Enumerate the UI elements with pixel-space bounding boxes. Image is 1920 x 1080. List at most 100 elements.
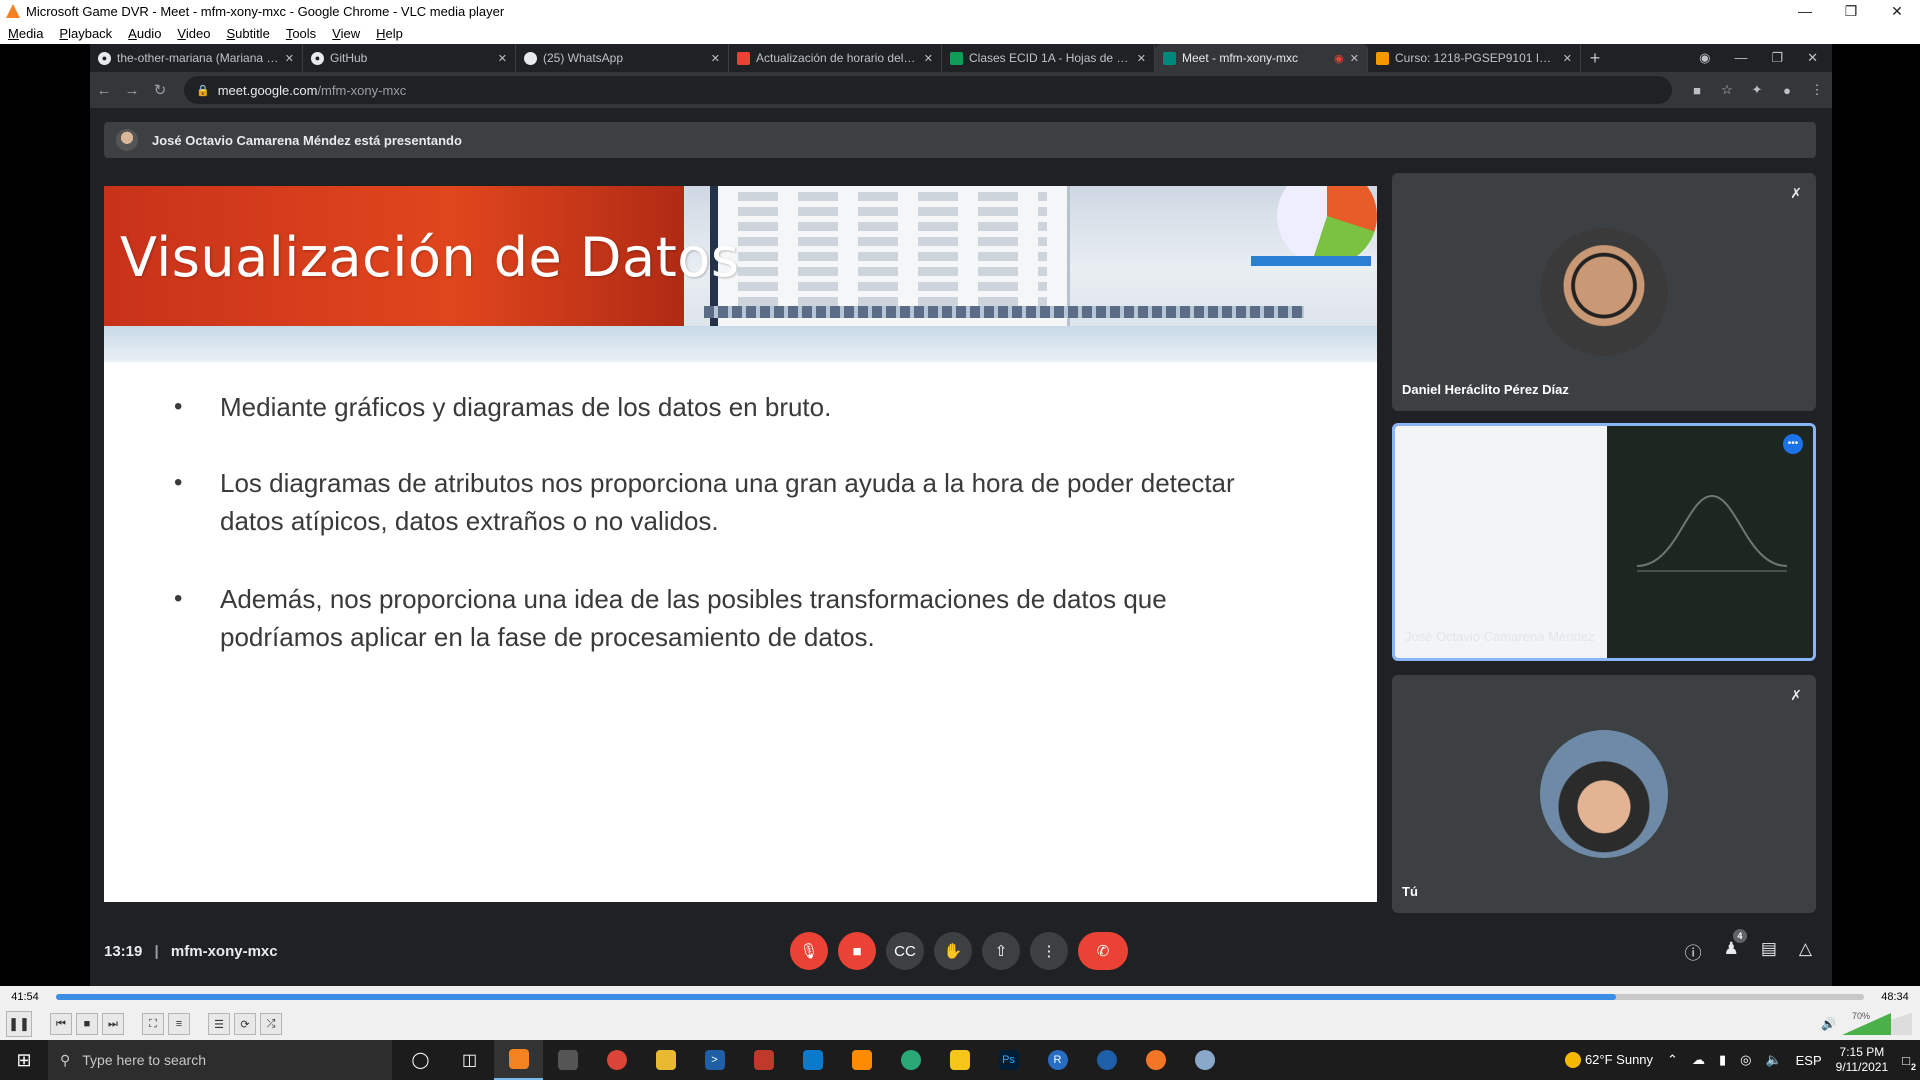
taskbar-jupyter[interactable] <box>1131 1040 1180 1080</box>
menu-view[interactable]: View <box>324 26 368 41</box>
menu-video[interactable]: Video <box>169 26 218 41</box>
volume-slider[interactable]: 70% <box>1842 1011 1912 1035</box>
meeting-details-button[interactable]: ⓘ <box>1685 939 1702 964</box>
reload-icon[interactable]: ↻ <box>146 81 174 99</box>
tab-whatsapp[interactable]: (25) WhatsApp ✕ <box>516 44 729 72</box>
pause-button[interactable]: ❚❚ <box>6 1011 32 1037</box>
hand-icon: ✋ <box>943 943 963 960</box>
tab-gmail[interactable]: Actualización de horario del vie ✕ <box>729 44 942 72</box>
taskbar-powershell[interactable]: > <box>690 1040 739 1080</box>
captions-button[interactable]: CC <box>886 932 924 970</box>
shuffle-button[interactable]: ⤮ <box>260 1013 282 1035</box>
maximize-button[interactable]: ❐ <box>1828 3 1874 20</box>
extended-settings-button[interactable]: ≡ <box>168 1013 190 1035</box>
participant-tile-active[interactable]: ••• José Octavio Camarena Méndez <box>1392 423 1816 661</box>
activities-icon: △ <box>1798 938 1812 958</box>
tab-course[interactable]: Curso: 1218-PGSEP9101 Introdu ✕ <box>1368 44 1581 72</box>
loop-button[interactable]: ⟳ <box>234 1013 256 1035</box>
tab-github[interactable]: ● GitHub ✕ <box>303 44 516 72</box>
taskbar-vscode[interactable] <box>788 1040 837 1080</box>
leave-call-button[interactable]: ✆ <box>1078 932 1128 970</box>
profile-avatar[interactable]: ● <box>1772 83 1802 98</box>
close-tab-icon[interactable]: ✕ <box>711 52 720 65</box>
taskbar-r[interactable]: R <box>1033 1040 1082 1080</box>
participant-tile[interactable]: ✗ Daniel Heráclito Pérez Díaz <box>1392 173 1816 411</box>
new-tab-button[interactable]: + <box>1581 48 1609 69</box>
notifications-count: 2 <box>1910 1061 1916 1072</box>
taskbar-app-green[interactable] <box>886 1040 935 1080</box>
chat-button[interactable]: ▤ <box>1761 939 1777 964</box>
cortana-button[interactable]: ◯ <box>396 1040 445 1080</box>
bookmark-star-icon[interactable]: ☆ <box>1712 82 1742 98</box>
tab-search-icon[interactable]: ◉ <box>1699 50 1710 66</box>
mic-toggle-button[interactable]: 🎙 <box>790 932 828 970</box>
menu-help[interactable]: Help <box>368 26 411 41</box>
more-options-button[interactable]: ⋮ <box>1030 932 1068 970</box>
taskbar-vlc[interactable] <box>494 1040 543 1080</box>
forward-icon[interactable]: → <box>118 82 146 99</box>
menu-playback[interactable]: Playback <box>51 26 120 41</box>
fullscreen-button[interactable]: ⛶ <box>142 1013 164 1035</box>
minimize-chrome-button[interactable]: — <box>1734 50 1747 66</box>
tab-meet[interactable]: Meet - mfm-xony-mxc ◉ ✕ <box>1155 44 1368 72</box>
participant-tile-self[interactable]: ✗ Tú <box>1392 675 1816 913</box>
close-tab-icon[interactable]: ✕ <box>924 52 933 65</box>
minimize-button[interactable]: — <box>1782 3 1828 19</box>
weather-widget[interactable]: 62°F Sunny <box>1565 1052 1653 1069</box>
taskbar-mail[interactable] <box>543 1040 592 1080</box>
restore-chrome-button[interactable]: ❐ <box>1771 50 1783 66</box>
clock[interactable]: 7:15 PM 9/11/2021 <box>1836 1045 1889 1075</box>
taskbar-sublime[interactable] <box>837 1040 886 1080</box>
language-indicator[interactable]: ESP <box>1796 1053 1822 1068</box>
close-button[interactable]: ✕ <box>1874 3 1920 20</box>
extensions-icon[interactable]: ✦ <box>1742 82 1772 98</box>
battery-icon[interactable]: ▮ <box>1719 1052 1726 1068</box>
notifications-button[interactable]: □ 2 <box>1902 1053 1916 1072</box>
tray-overflow-icon[interactable]: ⌃ <box>1667 1052 1678 1068</box>
speaker-icon[interactable]: 🔊 <box>1821 1017 1836 1031</box>
laptop-photo <box>684 186 1377 326</box>
taskbar-photoshop[interactable]: Ps <box>984 1040 1033 1080</box>
task-view-button[interactable]: ◫ <box>445 1040 494 1080</box>
close-chrome-button[interactable]: ✕ <box>1807 50 1818 66</box>
close-tab-icon[interactable]: ✕ <box>285 52 294 65</box>
playlist-button[interactable]: ☰ <box>208 1013 230 1035</box>
captions-icon: CC <box>894 942 916 960</box>
close-tab-icon[interactable]: ✕ <box>1563 52 1572 65</box>
camera-icon[interactable]: ■ <box>1682 83 1712 98</box>
volume-tray-icon[interactable]: 🔈 <box>1765 1052 1781 1068</box>
seek-progress <box>56 994 1617 1000</box>
network-icon[interactable]: ◎ <box>1740 1052 1751 1068</box>
tab-github-profile[interactable]: ● the-other-mariana (Mariana Áva ✕ <box>90 44 303 72</box>
taskbar-app-ring[interactable] <box>1082 1040 1131 1080</box>
tab-sheets[interactable]: Clases ECID 1A - Hojas de cálcul ✕ <box>942 44 1155 72</box>
menu-media[interactable]: Media <box>0 26 51 41</box>
close-tab-icon[interactable]: ✕ <box>498 52 507 65</box>
taskbar-app-last[interactable] <box>1180 1040 1229 1080</box>
start-button[interactable]: ⊞ <box>0 1050 48 1071</box>
back-icon[interactable]: ← <box>90 82 118 99</box>
taskbar-explorer[interactable] <box>641 1040 690 1080</box>
seek-bar[interactable] <box>56 994 1864 1000</box>
taskbar-chrome[interactable] <box>592 1040 641 1080</box>
close-tab-icon[interactable]: ✕ <box>1137 52 1146 65</box>
activities-button[interactable]: △ <box>1799 939 1812 964</box>
chrome-menu-icon[interactable]: ⋮ <box>1802 82 1832 98</box>
menu-audio[interactable]: Audio <box>120 26 169 41</box>
onedrive-icon[interactable]: ☁ <box>1692 1052 1705 1068</box>
menu-tools[interactable]: Tools <box>278 26 324 41</box>
taskbar-search[interactable]: ⚲ Type here to search <box>48 1040 392 1080</box>
video-area[interactable]: ● the-other-mariana (Mariana Áva ✕ ● Git… <box>0 44 1920 986</box>
present-button[interactable]: ⇧ <box>982 932 1020 970</box>
raise-hand-button[interactable]: ✋ <box>934 932 972 970</box>
url-field[interactable]: 🔒 meet.google.com/mfm-xony-mxc <box>184 76 1672 104</box>
people-button[interactable]: ♟ 4 <box>1724 928 1747 964</box>
taskbar-app-yellow[interactable] <box>935 1040 984 1080</box>
menu-subtitle[interactable]: Subtitle <box>218 26 277 41</box>
taskbar-git[interactable] <box>739 1040 788 1080</box>
next-button[interactable]: ⏭ <box>102 1013 124 1035</box>
close-tab-icon[interactable]: ✕ <box>1350 52 1359 65</box>
camera-toggle-button[interactable]: ■ <box>838 932 876 970</box>
stop-button[interactable]: ■ <box>76 1013 98 1035</box>
previous-button[interactable]: ⏮ <box>50 1013 72 1035</box>
